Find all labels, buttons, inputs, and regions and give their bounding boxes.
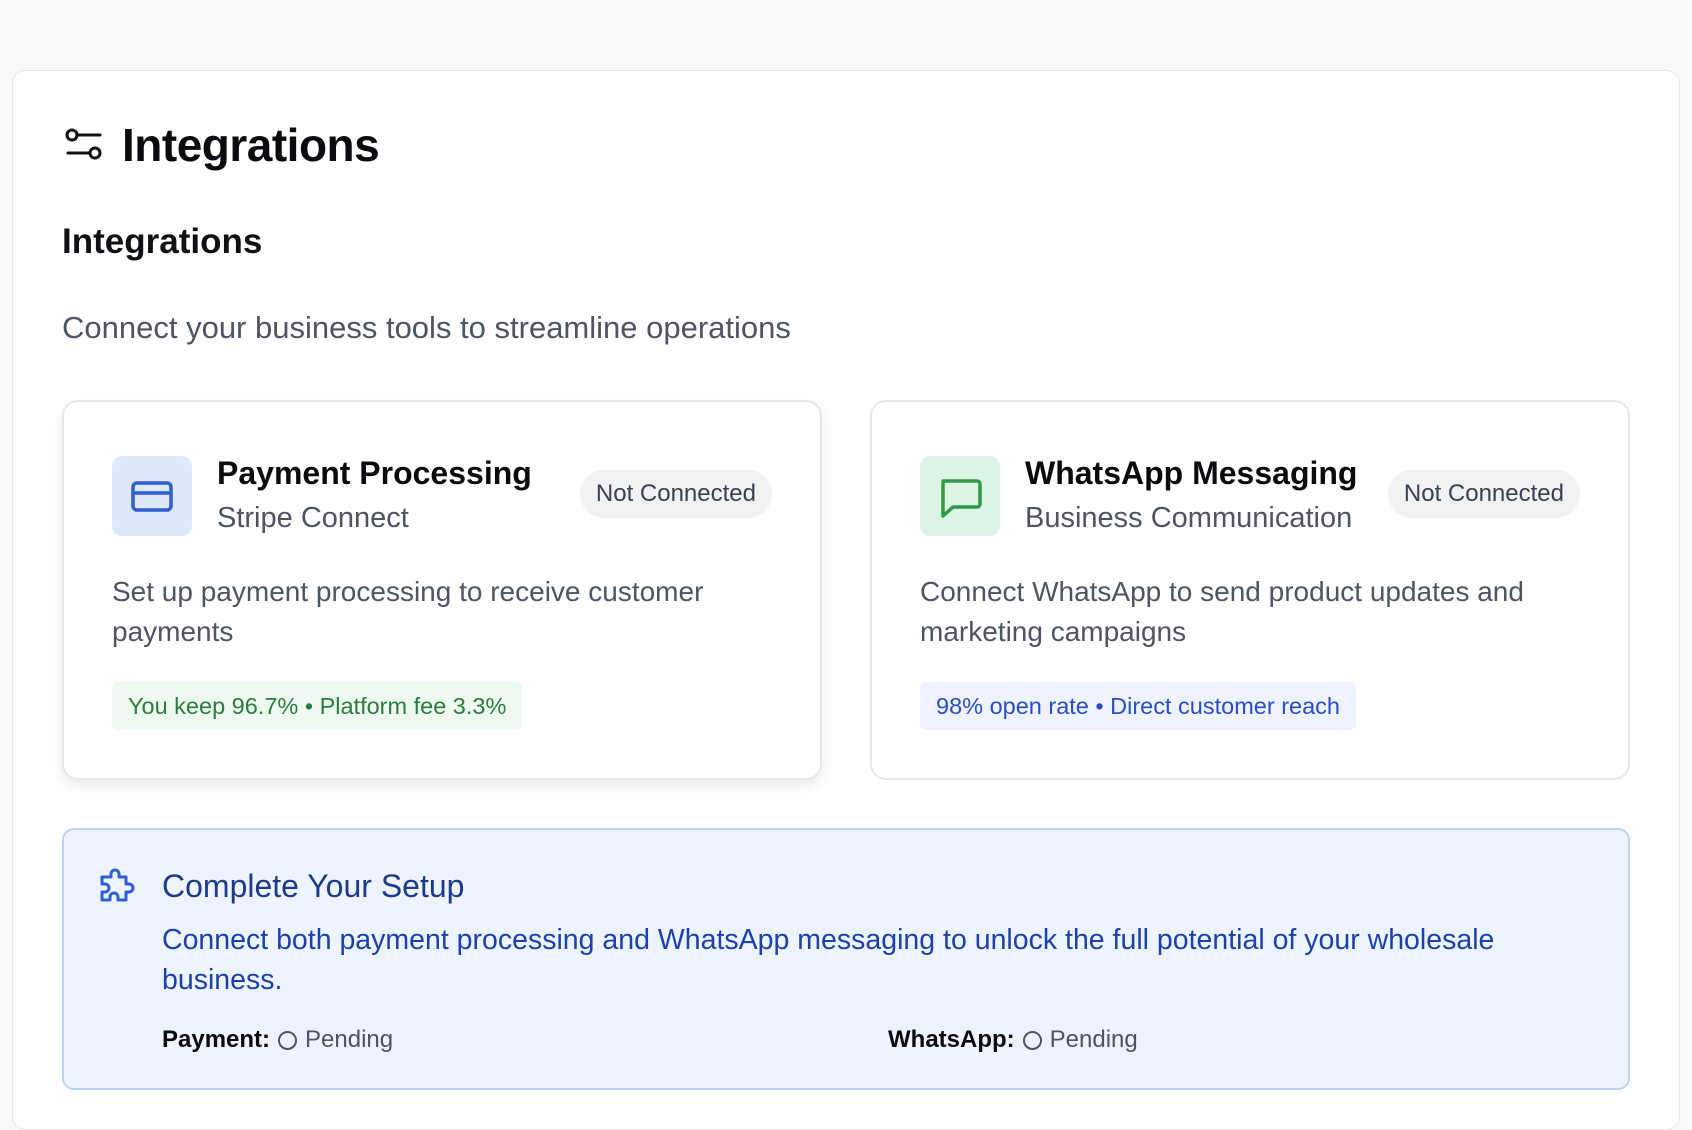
banner-title: Complete Your Setup	[162, 868, 465, 904]
integration-subtitle: Business Communication	[1025, 502, 1353, 534]
section-description: Connect your business tools to streamlin…	[62, 310, 791, 345]
status-label: WhatsApp:	[888, 1026, 1015, 1053]
integration-subtitle: Stripe Connect	[217, 502, 409, 534]
sliders-icon	[65, 128, 102, 160]
status-badge: Not Connected	[1387, 470, 1580, 518]
status-value: Pending	[1049, 1026, 1138, 1053]
payment-icon-tile	[112, 456, 192, 536]
whatsapp-status: WhatsApp: Pending	[888, 1026, 1138, 1054]
integration-description: Set up payment processing to receive cus…	[112, 576, 704, 647]
whatsapp-integration-card[interactable]: WhatsApp Messaging Business Communicatio…	[870, 400, 1630, 780]
pending-circle-icon	[278, 1030, 298, 1050]
credit-card-icon	[131, 481, 173, 512]
whatsapp-icon-tile	[920, 456, 1000, 536]
payment-status: Payment: Pending	[162, 1026, 393, 1054]
banner-text: Connect both payment processing and What…	[162, 924, 1495, 996]
pending-circle-icon	[1022, 1030, 1042, 1050]
status-value: Pending	[305, 1026, 394, 1053]
setup-banner: Complete Your Setup Connect both payment…	[62, 828, 1630, 1090]
integration-description: Connect WhatsApp to send product updates…	[920, 576, 1524, 647]
integration-highlight-tag: You keep 96.7% • Platform fee 3.3%	[112, 682, 523, 730]
integration-name: Payment Processing	[217, 455, 532, 491]
puzzle-icon	[100, 868, 135, 902]
integration-name: WhatsApp Messaging	[1025, 455, 1358, 491]
payment-integration-card[interactable]: Payment Processing Stripe Connect Not Co…	[62, 400, 822, 780]
status-label: Payment:	[162, 1026, 271, 1053]
integration-highlight-tag: 98% open rate • Direct customer reach	[920, 682, 1356, 730]
status-badge: Not Connected	[579, 470, 772, 518]
message-square-icon	[941, 479, 982, 518]
section-title: Integrations	[62, 222, 263, 261]
page-header: Integrations	[64, 118, 380, 172]
page-title: Integrations	[122, 119, 380, 171]
